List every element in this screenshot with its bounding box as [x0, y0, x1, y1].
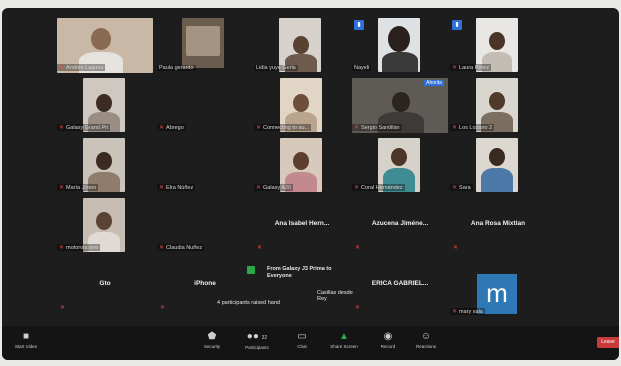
security-button[interactable]: ⬟ Security — [192, 330, 232, 349]
participant-tile[interactable]: Azucena Jiméne... ✕ — [352, 198, 448, 253]
participant-name: Azucena Jiméne... — [371, 220, 429, 227]
share-screen-button[interactable]: ▲ Share Screen — [324, 330, 364, 349]
participant-name: Ana Rosa Mixtlan — [470, 220, 526, 227]
participant-tile[interactable]: Paula gerardo — [157, 18, 253, 73]
participant-video — [182, 18, 224, 68]
participant-tile[interactable]: ▮ ✕ Laura Pérez — [450, 18, 546, 73]
participant-tile[interactable]: ✕ Claudia Nuñez — [157, 198, 253, 253]
participant-name: Paula gerardo — [157, 65, 196, 71]
share-screen-icon: ▲ — [339, 331, 349, 342]
muted-mic-icon: ✕ — [355, 245, 361, 251]
participant-name: ERICA GABRIEL... — [371, 280, 429, 287]
participant-name: ✕ Sara — [450, 184, 473, 191]
participant-name: ✕ motorola one — [57, 244, 101, 251]
participant-tile[interactable]: Ana Isabel Hern... ✕ — [254, 198, 350, 253]
chat-icon — [247, 266, 255, 274]
participant-name: Ana Isabel Hern... — [274, 220, 330, 227]
record-icon: ◉ — [383, 331, 393, 342]
participant-name: Nayeli — [352, 65, 372, 71]
chat-from: From Galaxy J3 Prima to Everyone — [267, 266, 332, 279]
muted-mic-icon: ✕ — [354, 125, 360, 131]
muted-mic-icon: ✕ — [59, 185, 65, 191]
participant-name: ✕ Galaxy A20 — [254, 184, 294, 191]
shield-icon: ⬟ — [207, 331, 217, 342]
muted-mic-icon: ✕ — [256, 185, 262, 191]
muted-mic-icon: ✕ — [355, 305, 361, 311]
spotlight-icon: ▮ — [354, 20, 364, 30]
speaker-tag: Ahorita — [424, 80, 444, 86]
participant-name: ✕ Galaxy Grand Pri — [57, 124, 111, 131]
participant-tile[interactable]: ▮ Nayeli — [352, 18, 448, 73]
reactions-button[interactable]: ☺ Reactions — [406, 330, 446, 349]
participant-tile[interactable]: Gto ✕ — [57, 258, 153, 313]
participant-name: ✕ Abrego — [157, 124, 186, 131]
muted-mic-icon: ✕ — [354, 185, 360, 191]
participant-tile[interactable]: ✕ Elra Núñez — [157, 138, 253, 193]
participant-tile[interactable]: Lidia yuye Gerla — [254, 18, 350, 73]
participant-tile[interactable]: ✕ Galaxy A20 — [254, 138, 350, 193]
muted-mic-icon: ✕ — [452, 125, 458, 131]
participant-name: ✕ Andrés Laguna — [57, 64, 106, 71]
participant-name: ✕ Los Lozano 2 — [450, 124, 495, 131]
muted-mic-icon: ✕ — [160, 305, 166, 311]
leave-button[interactable]: Leave — [597, 337, 619, 348]
participant-name: ✕ Connecting to au... — [254, 124, 312, 131]
muted-mic-icon: ✕ — [59, 245, 65, 251]
meeting-toolbar: ■ Start Video ⬟ Security ●● 32 Participa… — [2, 326, 619, 360]
participant-name: ✕ Elra Núñez — [157, 184, 196, 191]
muted-mic-icon: ✕ — [257, 245, 263, 251]
participant-video — [378, 18, 420, 72]
participant-tile[interactable]: ✕ Los Lozano 2 — [450, 78, 546, 133]
participant-tile[interactable]: ✕ Coral Hernández — [352, 138, 448, 193]
muted-mic-icon: ✕ — [452, 309, 458, 315]
participant-tile[interactable]: ✕ María Jimen — [57, 138, 153, 193]
participant-tile[interactable]: ✕ mary sala — [450, 258, 546, 315]
participant-tile[interactable]: ✕ Sara — [450, 138, 546, 193]
start-video-button[interactable]: ■ Start Video — [6, 330, 46, 349]
muted-mic-icon: ✕ — [159, 185, 165, 191]
muted-mic-icon: ✕ — [60, 305, 66, 311]
participant-name: Gto — [99, 280, 111, 287]
raised-hands-notice: 4 participants raised hand — [217, 300, 280, 306]
muted-mic-icon: ✕ — [59, 125, 65, 131]
reaction-icon: ☺ — [420, 331, 432, 342]
muted-mic-icon: ✕ — [453, 245, 459, 251]
participant-name: ✕ mary sala — [450, 308, 485, 315]
participant-tile[interactable]: ERICA GABRIEL... ✕ — [352, 258, 448, 313]
participant-name: ✕ Claudia Nuñez — [157, 244, 205, 251]
participant-video — [279, 18, 321, 72]
record-button[interactable]: ◉ Record — [368, 330, 408, 349]
participant-tile[interactable]: ✕ Abrego — [157, 78, 253, 133]
participants-count: 32 — [261, 335, 268, 341]
chat-button[interactable]: ▭ Chat — [282, 330, 322, 349]
spotlight-icon: ▮ — [452, 20, 462, 30]
muted-mic-icon: ✕ — [256, 125, 262, 131]
participant-video — [476, 138, 518, 192]
participant-tile[interactable]: ✕ Andrés Laguna — [57, 18, 153, 73]
chat-notification[interactable]: From Galaxy J3 Prima to Everyone Casilla… — [217, 266, 362, 316]
muted-mic-icon: ✕ — [159, 125, 165, 131]
video-camera-icon: ■ — [22, 331, 30, 342]
participant-name: ✕ María Jimen — [57, 184, 99, 191]
participant-tile[interactable]: ✕ Connecting to au... — [254, 78, 350, 133]
participants-button[interactable]: ●● 32 Participants — [237, 330, 277, 350]
participant-name: ✕ Laura Pérez — [450, 64, 491, 71]
muted-mic-icon: ✕ — [159, 245, 165, 251]
muted-mic-icon: ✕ — [452, 185, 458, 191]
participant-name: iPhone — [194, 280, 216, 287]
participant-tile[interactable]: Ahorita ✕ Sergio Santillán — [352, 78, 452, 133]
participant-name: ✕ Coral Hernández — [352, 184, 405, 191]
participant-name: Lidia yuye Gerla — [254, 65, 298, 71]
muted-mic-icon: ✕ — [452, 65, 458, 71]
meeting-window: ✕ Andrés Laguna Paula gerardo Lidia yuye … — [2, 8, 619, 360]
participant-tile[interactable]: Ana Rosa Mixtlan ✕ — [450, 198, 546, 253]
participant-tile[interactable]: ✕ motorola one — [57, 198, 153, 253]
muted-mic-icon: ✕ — [59, 65, 65, 71]
participant-name: ✕ Sergio Santillán — [352, 124, 402, 131]
chat-bubble-icon: ▭ — [297, 331, 307, 342]
participant-tile[interactable]: ✕ Galaxy Grand Pri — [57, 78, 153, 133]
participants-icon: ●● 32 — [246, 331, 268, 342]
